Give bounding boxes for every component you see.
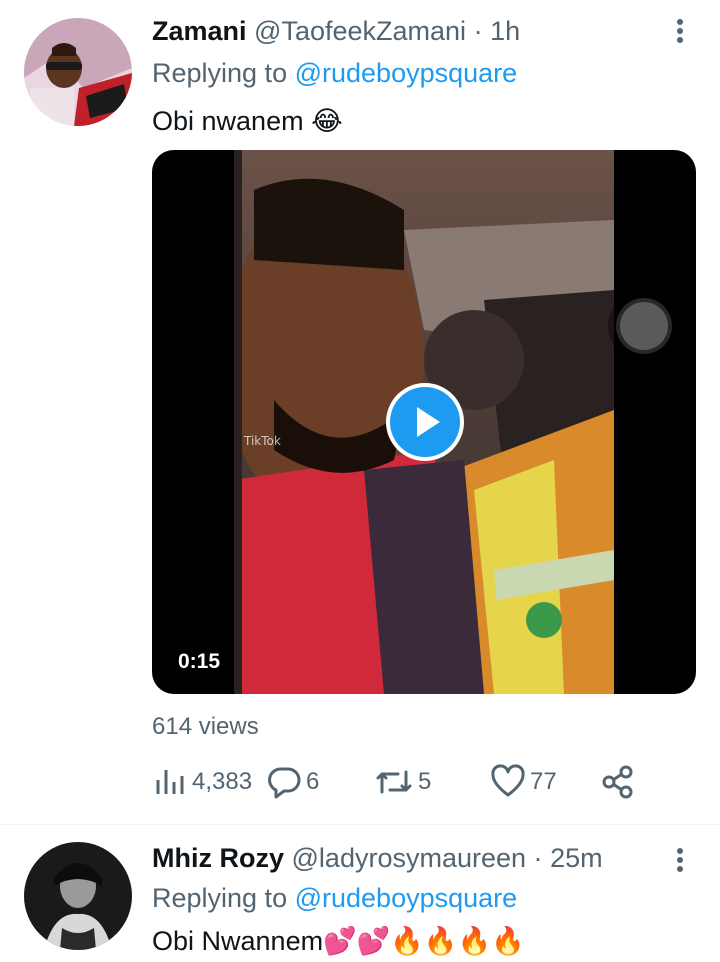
video-duration: 0:15: [168, 644, 231, 680]
analytics-button[interactable]: 4,383: [152, 764, 252, 800]
replying-to: Replying to @rudeboypsquare: [152, 56, 517, 90]
timestamp[interactable]: 25m: [550, 843, 603, 873]
share-icon: [602, 765, 633, 799]
play-button[interactable]: [386, 383, 464, 461]
separator-dot: ·: [473, 16, 483, 46]
more-options-button[interactable]: [670, 845, 690, 875]
action-bar: 4,383 6 5 77: [152, 764, 652, 800]
tweet-header: Zamani @TaofeekZamani · 1h: [152, 14, 660, 48]
reply-count: 6: [306, 768, 320, 795]
reply-icon: [268, 767, 301, 799]
replying-to-label: Replying to: [152, 883, 288, 913]
video-player[interactable]: TikTok 0:15: [152, 150, 696, 694]
separator-dot: ·: [533, 843, 543, 873]
timestamp[interactable]: 1h: [490, 16, 520, 46]
like-button[interactable]: 77: [490, 764, 557, 800]
tweet-text: Obi nwanem 😂: [152, 106, 343, 136]
like-icon: [491, 764, 525, 797]
view-count: 614 views: [152, 713, 259, 740]
play-icon: [417, 407, 440, 437]
tiktok-watermark: TikTok: [243, 434, 281, 448]
tweet[interactable]: Zamani @TaofeekZamani · 1h Replying to @…: [0, 0, 720, 824]
video-overlay-control: [608, 290, 680, 362]
retweet-icon: [376, 770, 412, 794]
avatar[interactable]: [24, 18, 132, 126]
more-icon: [677, 848, 683, 872]
display-name[interactable]: Zamani: [152, 16, 247, 46]
retweet-button[interactable]: 5: [374, 764, 431, 800]
more-options-button[interactable]: [670, 16, 690, 46]
tweet-text: Obi Nwannem💕💕🔥🔥🔥🔥: [152, 926, 525, 956]
replying-to: Replying to @rudeboypsquare: [152, 881, 517, 915]
reply-button[interactable]: 6: [266, 764, 319, 800]
user-handle[interactable]: @TaofeekZamani: [254, 16, 466, 46]
like-count: 77: [530, 768, 557, 795]
tweet-header: Mhiz Rozy @ladyrosymaureen · 25m: [152, 841, 660, 875]
reply-mention-link[interactable]: @rudeboypsquare: [295, 58, 518, 88]
reply-mention-link[interactable]: @rudeboypsquare: [295, 883, 518, 913]
more-icon: [677, 19, 683, 43]
avatar[interactable]: [24, 842, 132, 950]
user-handle[interactable]: @ladyrosymaureen: [292, 843, 527, 873]
replying-to-label: Replying to: [152, 58, 288, 88]
analytics-icon: [156, 770, 184, 794]
display-name[interactable]: Mhiz Rozy: [152, 843, 284, 873]
tweet[interactable]: Mhiz Rozy @ladyrosymaureen · 25m Replyin…: [0, 824, 720, 962]
retweet-count: 5: [418, 768, 432, 795]
analytics-count: 4,383: [192, 768, 253, 795]
share-button[interactable]: [600, 764, 636, 800]
